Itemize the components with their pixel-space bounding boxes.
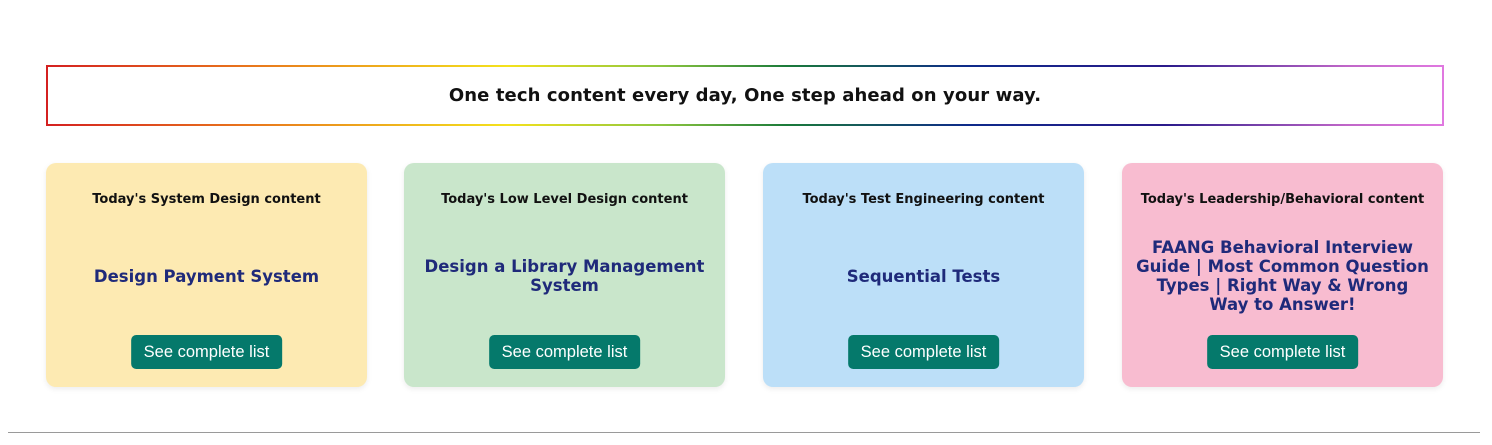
page: One tech content every day, One step ahe… [0,0,1492,445]
card-heading: Today's System Design content [92,192,321,207]
card-heading: Today's Leadership/Behavioral content [1140,192,1425,207]
card-content-link[interactable]: FAANG Behavioral Interview Guide | Most … [1136,231,1429,321]
card-test-engineering: Today's Test Engineering content Sequent… [763,163,1084,387]
tagline-text: One tech content every day, One step ahe… [448,85,1042,106]
card-content-title[interactable]: Sequential Tests [847,267,1000,286]
see-complete-list-button[interactable]: See complete list [1206,335,1359,369]
see-complete-list-button[interactable]: See complete list [847,335,1000,369]
content-cards: Today's System Design content Design Pay… [46,163,1444,387]
card-content-link[interactable]: Design Payment System [60,231,353,321]
card-content-title[interactable]: Design a Library Management System [418,257,711,295]
card-low-level-design: Today's Low Level Design content Design … [404,163,725,387]
card-content-link[interactable]: Sequential Tests [777,231,1070,321]
card-heading: Today's Test Engineering content [802,192,1045,207]
horizontal-divider [8,432,1480,433]
see-complete-list-button[interactable]: See complete list [488,335,641,369]
card-heading: Today's Low Level Design content [441,192,688,207]
tagline-banner-inner: One tech content every day, One step ahe… [48,67,1442,124]
card-content-title[interactable]: Design Payment System [94,267,319,286]
card-leadership-behavioral: Today's Leadership/Behavioral content FA… [1122,163,1443,387]
tagline-banner: One tech content every day, One step ahe… [46,65,1444,126]
card-content-link[interactable]: Design a Library Management System [418,231,711,321]
see-complete-list-button[interactable]: See complete list [130,335,283,369]
card-content-title[interactable]: FAANG Behavioral Interview Guide | Most … [1136,238,1429,314]
card-system-design: Today's System Design content Design Pay… [46,163,367,387]
